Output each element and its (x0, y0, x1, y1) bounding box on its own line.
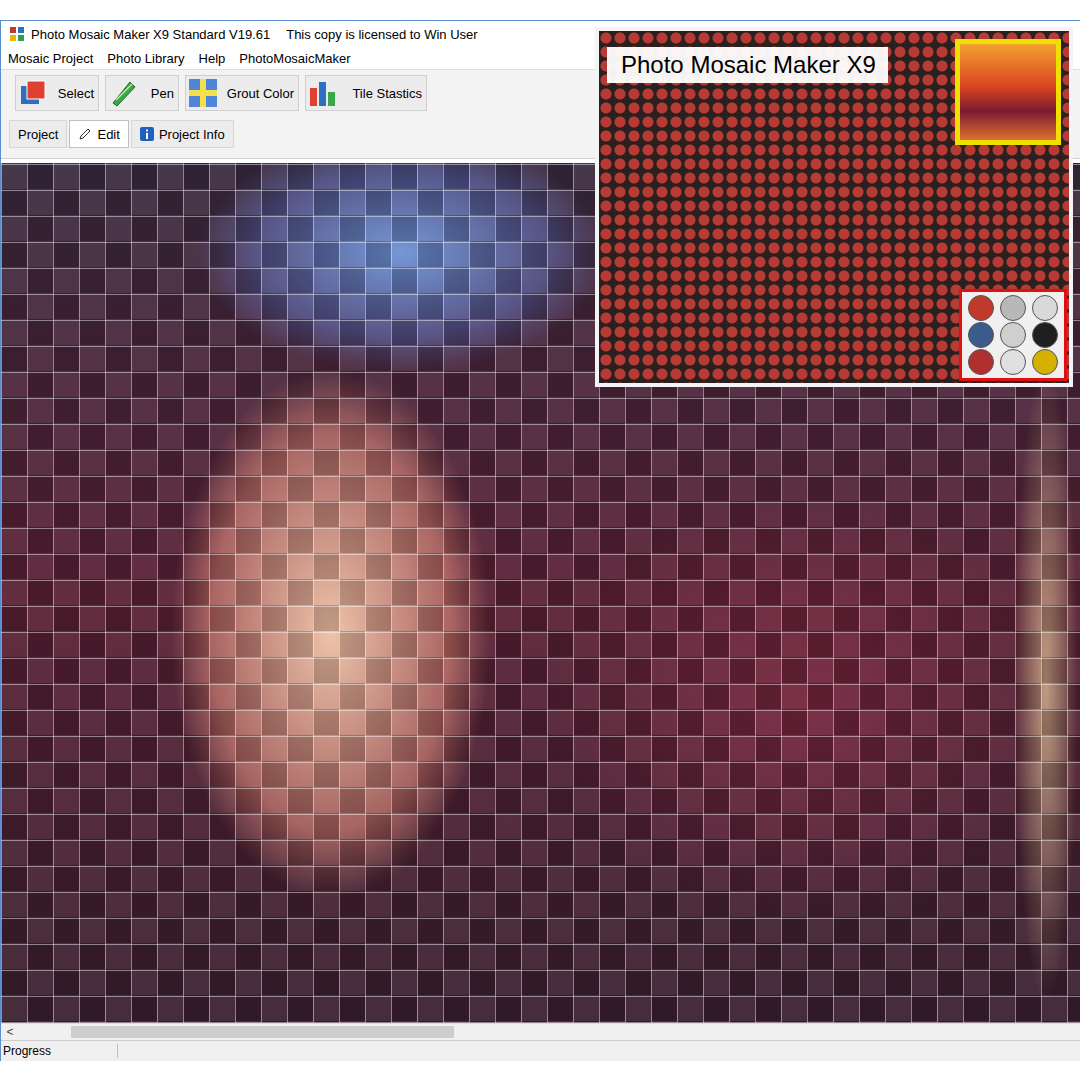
scroll-left-button[interactable]: < (1, 1025, 19, 1039)
tab-label: Project Info (159, 127, 225, 142)
tab-label: Project (18, 127, 58, 142)
toolbar-label: Select (58, 86, 94, 101)
app-icon (9, 26, 25, 42)
bottle-cap (1000, 349, 1026, 375)
info-icon (140, 127, 154, 141)
bottle-cap (1000, 322, 1026, 348)
menu-item[interactable]: Help (199, 51, 226, 66)
bottle-cap (1032, 322, 1058, 348)
scroll-track (19, 1026, 1080, 1038)
tab-label: Edit (97, 127, 119, 142)
sailboat-thumbnail (955, 39, 1061, 145)
bottle-cap (968, 349, 994, 375)
toolbar-button[interactable]: Select (15, 75, 99, 111)
license-text: This copy is licensed to Win User (286, 27, 477, 42)
tab[interactable]: Project (9, 120, 67, 148)
pen-icon (108, 78, 138, 108)
menu-item[interactable]: Mosaic Project (8, 51, 93, 66)
bottle-cap (1000, 295, 1026, 321)
menu-item[interactable]: PhotoMosaicMaker (239, 51, 350, 66)
grout-color-icon (188, 78, 218, 108)
app-window: Photo Mosaic Maker X9 Standard V19.61 Thi… (0, 20, 1080, 1061)
tab[interactable]: Project Info (131, 120, 234, 148)
toolbar-button[interactable]: Grout Color (185, 75, 299, 111)
toolbar-label: Tile Stastics (352, 86, 422, 101)
status-progress: Progress (1, 1044, 118, 1058)
bar-chart-icon (308, 78, 338, 108)
window-title: Photo Mosaic Maker X9 Standard V19.61 (31, 27, 270, 42)
menu-item[interactable]: Photo Library (107, 51, 184, 66)
bottle-cap (1032, 349, 1058, 375)
bottle-cap (968, 322, 994, 348)
toolbar-label: Grout Color (227, 86, 294, 101)
bottle-cap (1032, 295, 1058, 321)
tab[interactable]: Edit (69, 120, 128, 148)
select-icon (18, 78, 48, 108)
screen: Photo Mosaic Maker X9 Standard V19.61 Thi… (0, 0, 1080, 1080)
bottle-cap (968, 295, 994, 321)
toolbar-label: Pen (151, 86, 174, 101)
scroll-thumb[interactable] (71, 1026, 454, 1038)
mosaic-canvas[interactable]: Photo Mosaic Maker X9 (1, 163, 1080, 1023)
toolbar-button[interactable]: Tile Stastics (305, 75, 427, 111)
status-bar: Progress (1, 1040, 1080, 1061)
promo-title: Photo Mosaic Maker X9 (607, 47, 888, 83)
toolbar-button[interactable]: Pen (105, 75, 179, 111)
pencil-icon (78, 127, 92, 141)
horizontal-scrollbar[interactable]: < (1, 1023, 1080, 1040)
bottle-caps-thumbnail (959, 289, 1067, 381)
promo-banner: Photo Mosaic Maker X9 (595, 27, 1073, 387)
